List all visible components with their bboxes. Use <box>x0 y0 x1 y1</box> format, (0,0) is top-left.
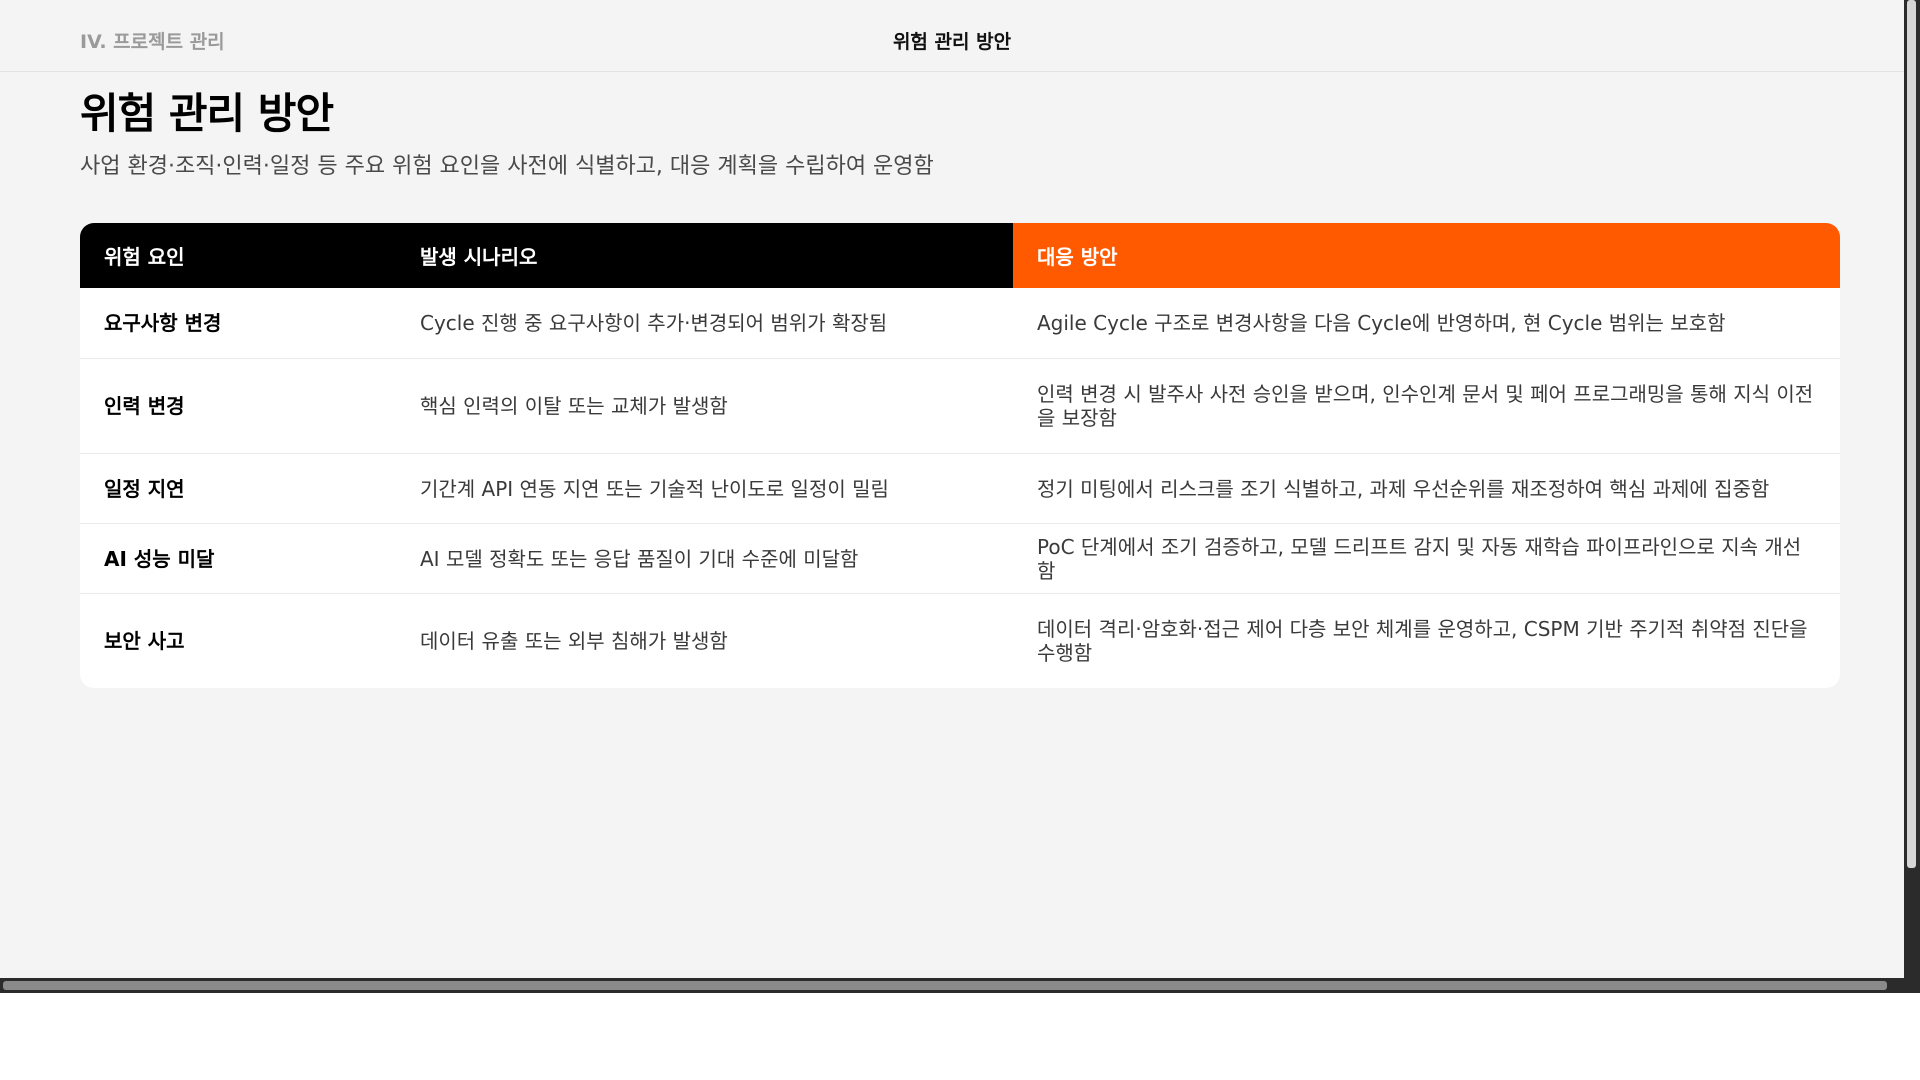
top-bar: IV. 프로젝트 관리 위험 관리 방안 <box>0 0 1904 72</box>
risk-factor-cell: 보안 사고 <box>104 629 185 653</box>
page-subtitle: 사업 환경·조직·인력·일정 등 주요 위험 요인을 사전에 식별하고, 대응 … <box>80 154 934 179</box>
column-header-risk-factor: 위험 요인 <box>80 223 396 288</box>
response-cell: PoC 단계에서 조기 검증하고, 모델 드리프트 감지 및 자동 재학습 파이… <box>1037 534 1802 583</box>
scenario-cell: Cycle 진행 중 요구사항이 추가·변경되어 범위가 확장됨 <box>420 311 888 335</box>
table-row: AI 성능 미달 AI 모델 정확도 또는 응답 품질이 기대 수준에 미달함 … <box>80 523 1840 593</box>
risk-factor-cell: 요구사항 변경 <box>104 311 222 335</box>
scenario-cell: 기간계 API 연동 지연 또는 기술적 난이도로 일정이 밀림 <box>420 476 889 501</box>
table-header: 위험 요인 발생 시나리오 대응 방안 <box>80 223 1840 288</box>
response-cell: 정기 미팅에서 리스크를 조기 식별하고, 과제 우선순위를 재조정하여 핵심 … <box>1037 476 1770 501</box>
header-title: 위험 관리 방안 <box>892 31 1012 53</box>
scenario-cell: AI 모델 정확도 또는 응답 품질이 기대 수준에 미달함 <box>420 546 859 571</box>
table-row: 보안 사고 데이터 유출 또는 외부 침해가 발생함 데이터 격리·암호화·접근… <box>80 593 1840 688</box>
response-cell: 인력 변경 시 발주사 사전 승인을 받으며, 인수인계 문서 및 페어 프로그… <box>1037 382 1814 430</box>
column-header-scenario: 발생 시나리오 <box>396 223 1013 288</box>
scenario-cell: 데이터 유출 또는 외부 침해가 발생함 <box>420 629 728 653</box>
column-header-response: 대응 방안 <box>1013 223 1840 288</box>
horizontal-scrollbar-thumb[interactable] <box>3 981 1887 990</box>
response-cell: 데이터 격리·암호화·접근 제어 다층 보안 체계를 운영하고, CSPM 기반… <box>1037 617 1808 665</box>
slide-viewport: IV. 프로젝트 관리 위험 관리 방안 위험 관리 방안 사업 환경·조직·인… <box>0 0 1904 978</box>
risk-factor-cell: 인력 변경 <box>104 394 185 418</box>
scenario-cell: 핵심 인력의 이탈 또는 교체가 발생함 <box>420 394 728 418</box>
table-row: 요구사항 변경 Cycle 진행 중 요구사항이 추가·변경되어 범위가 확장됨… <box>80 288 1840 358</box>
table-row: 인력 변경 핵심 인력의 이탈 또는 교체가 발생함 인력 변경 시 발주사 사… <box>80 358 1840 453</box>
risk-table: 위험 요인 발생 시나리오 대응 방안 요구사항 변경 Cycle 진행 중 요… <box>80 223 1840 688</box>
page-title: 위험 관리 방안 <box>80 89 334 138</box>
risk-factor-cell: AI 성능 미달 <box>104 546 215 571</box>
risk-factor-cell: 일정 지연 <box>104 476 185 501</box>
table-row: 일정 지연 기간계 API 연동 지연 또는 기술적 난이도로 일정이 밀림 정… <box>80 453 1840 523</box>
response-cell: Agile Cycle 구조로 변경사항을 다음 Cycle에 반영하며, 현 … <box>1037 311 1726 335</box>
vertical-scrollbar-thumb[interactable] <box>1907 0 1916 868</box>
